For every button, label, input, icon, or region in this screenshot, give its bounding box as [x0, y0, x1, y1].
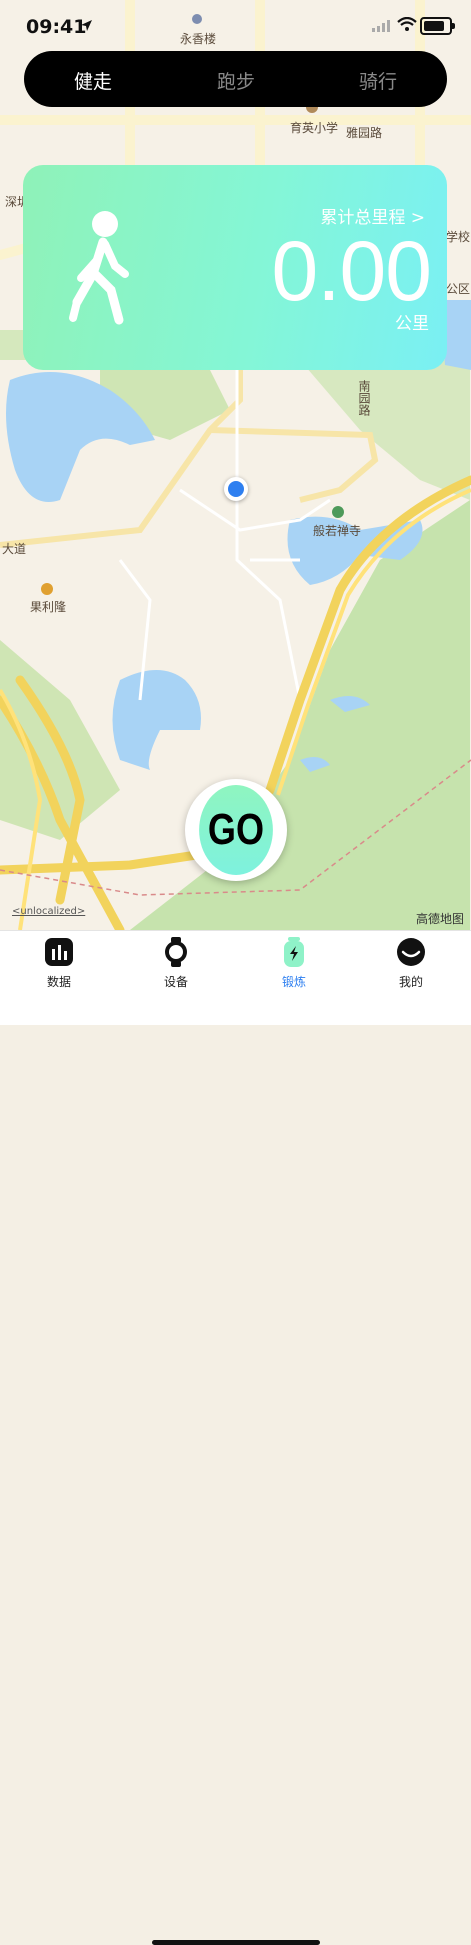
- tab-label-data: 数据: [46, 975, 71, 989]
- status-time: 09:41: [26, 16, 87, 38]
- go-start-button[interactable]: GO: [185, 779, 287, 881]
- current-location-dot: [224, 477, 248, 501]
- wifi-icon: [397, 17, 417, 31]
- distance-unit: 公里: [395, 314, 429, 334]
- go-button-label: GO: [199, 785, 273, 875]
- mode-tab-run[interactable]: 跑步: [217, 67, 255, 94]
- map-label-district: 公区: [446, 282, 471, 296]
- tab-label-device: 设备: [163, 975, 188, 989]
- tab-label-exercise: 锻炼: [281, 975, 306, 989]
- activity-mode-selector: 健走 跑步 骑行: [24, 51, 447, 107]
- location-arrow-icon: [81, 20, 92, 31]
- map-label-banruo-temple: 般若禅寺: [313, 524, 362, 538]
- cumulative-distance-card[interactable]: 累计总里程 > 0.00 公里: [23, 165, 447, 370]
- amap-logo: 高德地图: [416, 912, 465, 926]
- map-attribution[interactable]: <unlocalized>: [12, 906, 85, 917]
- map-label-school: 学校: [446, 230, 471, 244]
- bar-chart-icon: [44, 937, 74, 967]
- walking-person-icon: [69, 211, 129, 325]
- watch-icon: [161, 937, 191, 967]
- map-label-guolilong: 果利隆: [30, 600, 67, 614]
- status-bar: 09:41: [0, 0, 471, 54]
- tab-label-profile: 我的: [398, 975, 423, 989]
- battery-icon: [420, 17, 455, 35]
- mode-tab-ride[interactable]: 骑行: [359, 67, 397, 94]
- cellular-signal-icon: [372, 20, 390, 32]
- map-label-yayuan-road: 雅园路: [346, 126, 383, 140]
- profile-face-icon: [396, 937, 426, 967]
- map-label-road-vertical: 南园路: [357, 380, 371, 416]
- tab-exercise[interactable]: 锻炼: [254, 937, 334, 990]
- tab-device[interactable]: 设备: [136, 937, 216, 990]
- bolt-icon: [279, 937, 309, 967]
- map-label-avenue: 大道: [2, 542, 27, 556]
- tab-profile[interactable]: 我的: [371, 937, 451, 990]
- map-label-yuying-school: 育英小学: [290, 121, 339, 135]
- tab-data[interactable]: 数据: [19, 937, 99, 990]
- bottom-tab-bar: 数据 设备 锻炼 我的: [0, 930, 471, 1945]
- home-indicator[interactable]: [152, 1940, 320, 1945]
- distance-value: 0.00: [271, 224, 432, 318]
- mode-tab-walk[interactable]: 健走: [74, 67, 112, 94]
